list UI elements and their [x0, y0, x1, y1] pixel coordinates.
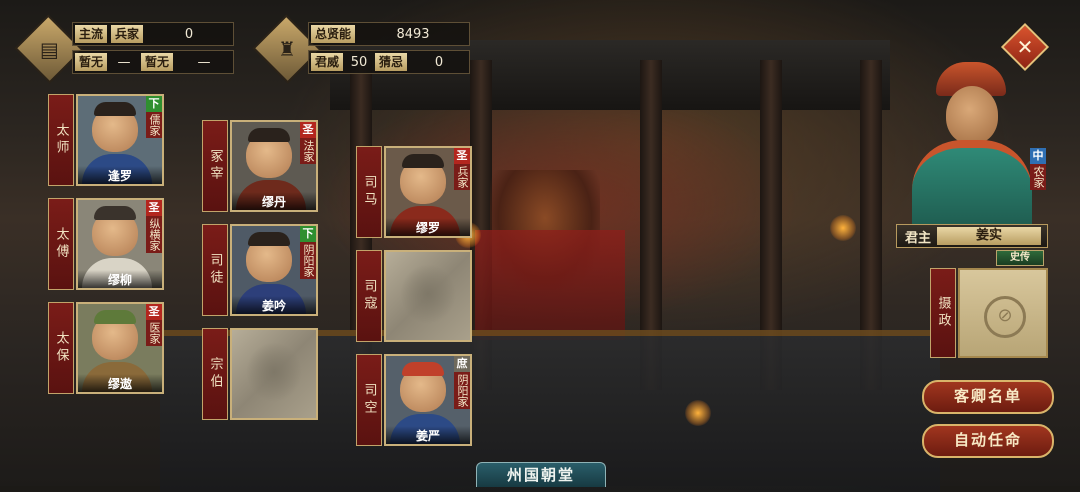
rank-badge: 圣 [300, 122, 316, 138]
slot-situ[interactable]: 司徒 下 阴阳家 姜吟 [202, 224, 318, 316]
slot-taibao[interactable]: 太保 圣 医家 缪遨 [48, 302, 164, 394]
mainstream-label: 主流 [75, 25, 108, 43]
slot-title: 太保 [48, 302, 74, 394]
slot-title: 司寇 [356, 250, 382, 342]
school-label: 儒家 [146, 112, 162, 138]
slot-sima[interactable]: 司马 圣 兵家 缪罗 [356, 146, 472, 238]
slot-zongbo[interactable]: 宗伯 [202, 328, 318, 420]
guest-list-button[interactable]: 客卿名单 [922, 380, 1054, 414]
slot-taifu[interactable]: 太傅 圣 纵横家 缪柳 [48, 198, 164, 290]
officer-name: 姜严 [386, 426, 470, 444]
rank-badge: 圣 [146, 200, 162, 216]
school-label: 纵横家 [146, 216, 162, 253]
regent-scroll[interactable]: ⊘ [958, 268, 1048, 358]
school-label: 兵家 [454, 164, 470, 190]
officer-portrait[interactable]: 圣 兵家 缪罗 [384, 146, 472, 238]
slot-title: 司徒 [202, 224, 228, 316]
lord-portrait[interactable] [902, 56, 1042, 232]
slot-title: 宗伯 [202, 328, 228, 420]
slot-title: 冢宰 [202, 120, 228, 212]
rank-badge: 庶 [454, 356, 470, 372]
prestige-value: 50 [350, 54, 368, 70]
lord-label: 君主 [905, 230, 932, 246]
secondary-label-1: 暂无 [75, 53, 108, 71]
empty-portrait[interactable] [230, 328, 318, 420]
secondary-label-2: 暂无 [141, 53, 174, 71]
mainstream-row: 主流 兵家 0 [72, 22, 234, 46]
lord-rank-badge: 中 [1030, 148, 1046, 164]
officer-portrait[interactable]: 圣 法家 缪丹 [230, 120, 318, 212]
officer-portrait[interactable]: 下 阴阳家 姜吟 [230, 224, 318, 316]
officer-portrait[interactable]: 圣 纵横家 缪柳 [76, 198, 164, 290]
officer-name: 缪丹 [232, 192, 316, 210]
slot-title: 太傅 [48, 198, 74, 290]
officer-name: 缪遨 [78, 374, 162, 392]
slot-zhongzai[interactable]: 冢宰 圣 法家 缪丹 [202, 120, 318, 212]
slot-title: 司空 [356, 354, 382, 446]
rank-badge: 圣 [146, 304, 162, 320]
officer-portrait[interactable]: 下 儒家 逢罗 [76, 94, 164, 186]
officer-name: 逢罗 [78, 166, 162, 184]
suspicion-label: 猜忌 [375, 53, 408, 71]
court-title: 州国朝堂 [476, 462, 606, 487]
slot-sikou[interactable]: 司寇 [356, 250, 472, 342]
slot-regent[interactable]: 摄政 ⊘ [930, 268, 1048, 358]
rank-badge: 圣 [454, 148, 470, 164]
mainstream-school: 兵家 [111, 25, 144, 43]
rank-badge: 下 [300, 226, 316, 242]
secondary-dash-2: — [197, 54, 211, 70]
prestige-row: 君威 50 猜忌 0 [308, 50, 470, 74]
officer-name: 姜吟 [232, 296, 316, 314]
officer-portrait[interactable]: 圣 医家 缪遨 [76, 302, 164, 394]
rank-badge: 下 [146, 96, 162, 112]
secondary-row: 暂无 — 暂无 — [72, 50, 234, 74]
slot-sikong[interactable]: 司空 庶 阴阳家 姜严 [356, 354, 472, 446]
total-talent-value: 8493 [396, 26, 430, 42]
school-label: 阴阳家 [300, 242, 316, 279]
officer-name: 缪柳 [78, 270, 162, 288]
officer-name: 缪罗 [386, 218, 470, 236]
officer-portrait[interactable]: 庶 阴阳家 姜严 [384, 354, 472, 446]
slot-title: 摄政 [930, 268, 956, 358]
seal-icon: ⊘ [984, 296, 1026, 338]
school-label: 阴阳家 [454, 372, 470, 409]
total-talent-label: 总贤能 [311, 25, 356, 43]
suspicion-value: 0 [434, 54, 444, 70]
slot-title: 太师 [48, 94, 74, 186]
lord-name: 姜实 [937, 227, 1041, 245]
school-label: 法家 [300, 138, 316, 164]
prestige-label: 君威 [311, 53, 344, 71]
secondary-dash-1: — [117, 54, 131, 70]
lord-nameplate: 君主 姜实 [896, 224, 1048, 248]
total-talent-row: 总贤能 8493 [308, 22, 470, 46]
school-label: 医家 [146, 320, 162, 346]
empty-portrait[interactable] [384, 250, 472, 342]
auto-assign-button[interactable]: 自动任命 [922, 424, 1054, 458]
slot-title: 司马 [356, 146, 382, 238]
mainstream-value: 0 [184, 26, 194, 42]
slot-taishi[interactable]: 太师 下 儒家 逢罗 [48, 94, 164, 186]
lord-school-label: 农家 [1030, 164, 1046, 190]
history-button[interactable]: 史传 [996, 250, 1044, 266]
